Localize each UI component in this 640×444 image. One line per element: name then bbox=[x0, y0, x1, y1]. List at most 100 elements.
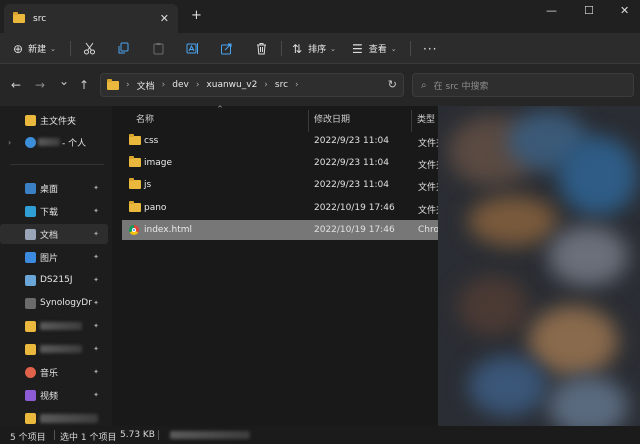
cut-icon bbox=[84, 42, 95, 55]
video-icon bbox=[25, 389, 36, 401]
folder-icon bbox=[25, 412, 36, 424]
file-row-pano[interactable]: pano 2022/10/19 17:46 文件夹 bbox=[122, 198, 444, 218]
view-label: 查看 bbox=[368, 45, 387, 55]
sidebar-item-downloads[interactable]: 下载 ✦ bbox=[0, 201, 108, 221]
navigation-pane: 主文件夹 › - 个人 桌面 ✦ 下载 ✦ 文档 ✦ 图片 ✦ DS215J ✦… bbox=[0, 106, 112, 426]
tab-src[interactable]: src ✕ bbox=[4, 4, 178, 33]
delete-icon bbox=[257, 43, 266, 55]
file-row-js[interactable]: js 2022/9/23 11:04 文件夹 bbox=[122, 175, 444, 195]
sidebar-item-label: 文档 bbox=[40, 230, 59, 241]
breadcrumb-separator: › bbox=[161, 80, 166, 90]
breadcrumb-separator: › bbox=[195, 80, 200, 90]
sidebar-item-label: SynologyDr bbox=[40, 298, 92, 308]
back-button[interactable]: ← bbox=[11, 78, 21, 92]
folder-icon bbox=[129, 178, 141, 189]
chrome-icon bbox=[129, 225, 139, 235]
column-header-date[interactable]: 修改日期 bbox=[314, 112, 350, 125]
sidebar-item-videos[interactable]: 视频 ✦ bbox=[0, 385, 108, 405]
file-row-image[interactable]: image 2022/9/23 11:04 文件夹 bbox=[122, 153, 444, 173]
sort-icon: ⇅ bbox=[292, 41, 303, 56]
sidebar-item-music[interactable]: 音乐 ✦ bbox=[0, 362, 108, 382]
pin-icon: ✦ bbox=[93, 299, 99, 307]
breadcrumb-xuanwu[interactable]: xuanwu_v2 bbox=[206, 80, 257, 90]
sidebar-item-documents[interactable]: 文档 ✦ bbox=[0, 224, 108, 244]
preview-pane bbox=[438, 106, 640, 426]
breadcrumb-documents[interactable]: 文档 bbox=[137, 79, 155, 92]
breadcrumb-separator: › bbox=[126, 80, 130, 90]
title-bar: src ✕ + — ☐ ✕ bbox=[0, 0, 640, 33]
blurred-region bbox=[558, 136, 638, 216]
file-name: image bbox=[144, 158, 173, 168]
command-bar: ⊕ 新建 ⌄ ⇅ 排序 ⌄ ☰ 查看 ⌄ ··· bbox=[0, 33, 640, 64]
rename-button[interactable] bbox=[186, 39, 199, 58]
divider bbox=[70, 41, 71, 56]
blurred-region bbox=[468, 356, 548, 416]
column-header-name[interactable]: 名称 bbox=[136, 112, 154, 125]
divider bbox=[281, 41, 282, 56]
breadcrumb-src[interactable]: src bbox=[275, 80, 288, 90]
sidebar-item-onedrive[interactable]: › - 个人 bbox=[0, 132, 108, 152]
file-date: 2022/10/19 17:46 bbox=[314, 203, 395, 213]
sidebar-item-desktop[interactable]: 桌面 ✦ bbox=[0, 178, 108, 198]
blurred-region bbox=[548, 376, 628, 426]
sidebar-item-redacted[interactable] bbox=[0, 408, 108, 428]
file-name: js bbox=[144, 180, 152, 190]
file-name: index.html bbox=[144, 225, 192, 235]
folder-icon bbox=[25, 343, 36, 355]
sidebar-item-label: DS215J bbox=[40, 275, 73, 285]
plus-circle-icon: ⊕ bbox=[13, 41, 24, 56]
breadcrumb-separator: › bbox=[264, 80, 268, 90]
column-divider[interactable] bbox=[411, 110, 412, 132]
expand-icon[interactable]: › bbox=[8, 138, 11, 147]
new-button[interactable]: ⊕ 新建 ⌄ bbox=[13, 39, 56, 58]
blurred-region bbox=[548, 226, 628, 286]
delete-button[interactable] bbox=[255, 39, 268, 58]
new-tab-button[interactable]: + bbox=[191, 8, 202, 23]
sidebar-item-home[interactable]: 主文件夹 bbox=[0, 110, 108, 130]
new-label: 新建 bbox=[28, 45, 47, 55]
maximize-button[interactable]: ☐ bbox=[584, 4, 594, 17]
up-button[interactable]: ↑ bbox=[79, 78, 89, 92]
address-bar[interactable]: › 文档 › dev › xuanwu_v2 › src › ↻ bbox=[100, 73, 404, 97]
folder-icon bbox=[129, 201, 141, 212]
sidebar-item-synologydrive[interactable]: SynologyDr ✦ bbox=[0, 293, 108, 313]
blurred-region bbox=[458, 276, 528, 336]
refresh-icon[interactable]: ↻ bbox=[388, 78, 397, 91]
pin-icon: ✦ bbox=[93, 230, 99, 238]
file-date: 2022/10/19 17:46 bbox=[314, 225, 395, 235]
folder-icon bbox=[107, 78, 119, 90]
paste-button[interactable] bbox=[152, 39, 165, 58]
file-row-css[interactable]: css 2022/9/23 11:04 文件夹 bbox=[122, 131, 444, 151]
sidebar-item-redacted[interactable]: ✦ bbox=[0, 339, 108, 359]
file-date: 2022/9/23 11:04 bbox=[314, 180, 389, 190]
breadcrumb-dev[interactable]: dev bbox=[172, 80, 189, 90]
forward-button[interactable]: → bbox=[35, 78, 45, 92]
address-row: ← → ⌄ ↑ › 文档 › dev › xuanwu_v2 › src › ↻… bbox=[0, 64, 640, 106]
selection-size: 5.73 KB bbox=[120, 430, 155, 440]
file-row-index-html[interactable]: index.html 2022/10/19 17:46 Chrome bbox=[122, 220, 444, 240]
sidebar-item-label: 音乐 bbox=[40, 368, 59, 379]
breadcrumb-separator: › bbox=[295, 80, 299, 90]
recent-locations-button[interactable]: ⌄ bbox=[59, 74, 69, 88]
sidebar-item-redacted[interactable]: ✦ bbox=[0, 316, 108, 336]
search-icon: ⌕ bbox=[421, 79, 427, 91]
redacted-name bbox=[40, 414, 98, 423]
column-header-type[interactable]: 类型 bbox=[417, 112, 435, 125]
redacted-name bbox=[40, 322, 82, 330]
more-options-button[interactable]: ··· bbox=[423, 39, 437, 58]
sort-button[interactable]: ⇅ 排序 ⌄ bbox=[292, 39, 336, 58]
copy-button[interactable] bbox=[117, 39, 130, 58]
minimize-button[interactable]: — bbox=[546, 4, 557, 17]
file-date: 2022/9/23 11:04 bbox=[314, 136, 389, 146]
search-input[interactable]: ⌕ 在 src 中搜索 bbox=[412, 73, 634, 97]
sidebar-item-pictures[interactable]: 图片 ✦ bbox=[0, 247, 108, 267]
share-button[interactable] bbox=[220, 39, 233, 58]
view-button[interactable]: ☰ 查看 ⌄ bbox=[352, 39, 397, 58]
cut-button[interactable] bbox=[83, 39, 96, 58]
close-window-button[interactable]: ✕ bbox=[620, 4, 629, 17]
close-tab-icon[interactable]: ✕ bbox=[160, 12, 169, 25]
search-placeholder: 在 src 中搜索 bbox=[433, 81, 489, 92]
sidebar-item-ds215j[interactable]: DS215J ✦ bbox=[0, 270, 108, 290]
copy-icon bbox=[118, 42, 129, 54]
column-divider[interactable] bbox=[308, 110, 309, 132]
